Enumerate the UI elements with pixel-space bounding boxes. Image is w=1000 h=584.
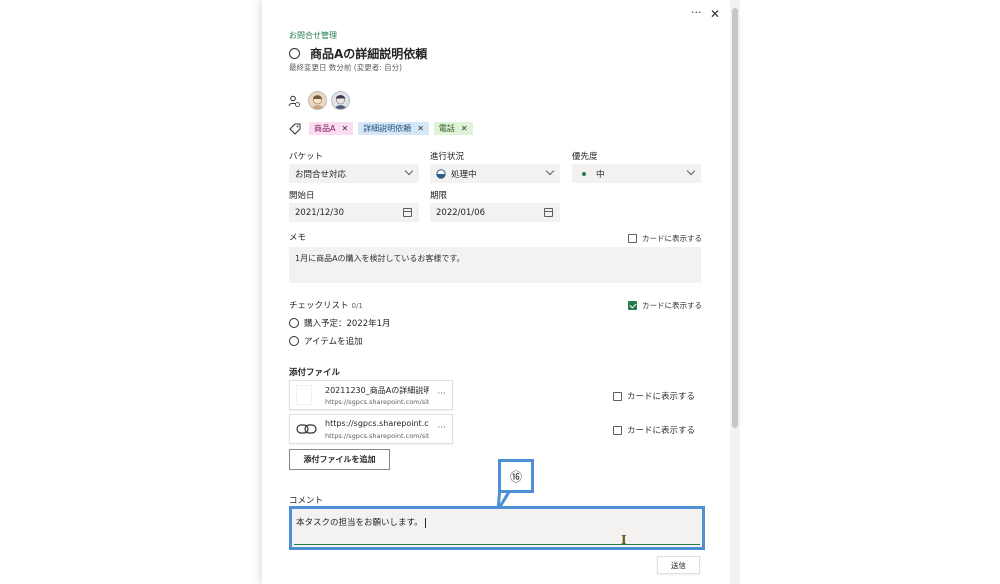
attachment-url: https://sgpcs.sharepoint.com/sit xyxy=(325,398,429,406)
due-date-label: 期限 xyxy=(430,191,448,201)
text-caret xyxy=(424,517,426,528)
attachment-name: 20211230_商品Aの詳細説明 xyxy=(325,386,429,395)
attachment-more-icon[interactable]: ··· xyxy=(437,389,446,399)
avatar[interactable] xyxy=(331,91,350,110)
remove-label-icon[interactable]: ✕ xyxy=(341,124,348,133)
complete-task-circle-icon[interactable] xyxy=(289,48,300,59)
label-chip-text: 電話 xyxy=(438,124,455,133)
add-checklist-item[interactable]: アイテムを追加 xyxy=(289,335,363,347)
attachment2-show-on-card-label: カードに表示する xyxy=(627,426,696,436)
callout-badge: ⑯ xyxy=(498,459,534,493)
avatar[interactable] xyxy=(308,91,327,110)
memo-label: メモ xyxy=(289,233,307,243)
attachment1-show-on-card[interactable]: カードに表示する xyxy=(613,390,695,402)
comment-value: 本タスクの担当をお願いします。 xyxy=(296,518,423,528)
checklist-item-text[interactable]: 購入予定：2022年1月 xyxy=(304,317,391,329)
due-date-value: 2022/01/06 xyxy=(436,207,485,218)
calendar-icon[interactable] xyxy=(544,208,553,217)
screen: ··· ✕ お問合せ管理 商品Aの詳細説明依頼 最終変更日 数分前 (変更者: … xyxy=(0,0,1000,584)
attachment1-show-on-card-label: カードに表示する xyxy=(627,392,696,402)
bucket-value: お問合せ対応 xyxy=(295,169,347,180)
scrollbar-thumb[interactable] xyxy=(732,8,738,428)
attachment2-show-on-card[interactable]: カードに表示する xyxy=(613,424,695,436)
memo-textarea[interactable]: 1月に商品Aの購入を検討しているお客様です。 xyxy=(289,247,701,283)
progress-value: 処理中 xyxy=(451,169,477,180)
background-right xyxy=(740,0,1000,584)
tag-icon[interactable] xyxy=(289,123,301,135)
attachment-link-card[interactable]: https://sgpcs.sharepoint.co https://sgpc… xyxy=(289,414,453,444)
due-date-input[interactable]: 2022/01/06 xyxy=(430,203,560,222)
start-date-label: 開始日 xyxy=(289,191,315,201)
attachment-file-card[interactable]: 20211230_商品Aの詳細説明 https://sgpcs.sharepoi… xyxy=(289,380,453,410)
comment-label: コメント xyxy=(289,496,324,506)
memo-show-on-card[interactable]: カードに表示する xyxy=(628,233,702,244)
remove-label-icon[interactable]: ✕ xyxy=(417,124,424,133)
chevron-down-icon xyxy=(404,166,414,176)
priority-value: 中 xyxy=(596,169,605,180)
checklist-label: チェックリスト xyxy=(289,301,349,311)
link-icon xyxy=(296,424,317,434)
background-left xyxy=(0,0,262,584)
memo-show-on-card-checkbox[interactable] xyxy=(628,234,637,243)
progress-select[interactable]: 処理中 xyxy=(430,164,560,183)
assignees-row xyxy=(288,91,350,110)
in-progress-icon xyxy=(436,168,446,179)
comment-input[interactable]: 本タスクの担当をお願いします。 I xyxy=(289,506,705,550)
checklist-count: 0/1 xyxy=(351,302,363,310)
add-checklist-item-text[interactable]: アイテムを追加 xyxy=(304,335,363,347)
checklist-show-on-card[interactable]: カードに表示する xyxy=(628,300,702,311)
attachments-title: 添付ファイル xyxy=(289,368,341,378)
label-chip[interactable]: 電話 ✕ xyxy=(433,122,473,135)
priority-select[interactable]: 中 xyxy=(572,164,701,183)
chevron-down-icon xyxy=(545,166,555,176)
bucket-select[interactable]: お問合せ対応 xyxy=(289,164,419,183)
checklist-show-on-card-checkbox[interactable] xyxy=(628,301,637,310)
label-chip[interactable]: 詳細説明依頼 ✕ xyxy=(358,122,429,135)
attachment-name: https://sgpcs.sharepoint.co xyxy=(325,419,429,428)
memo-show-on-card-label: カードに表示する xyxy=(642,234,702,243)
calendar-icon[interactable] xyxy=(403,208,412,217)
assign-person-icon[interactable] xyxy=(288,95,300,107)
checklist-item-circle-icon[interactable] xyxy=(289,318,299,328)
start-date-value: 2021/12/30 xyxy=(295,207,344,218)
checklist-title: チェックリスト 0/1 xyxy=(289,299,363,311)
task-title-row: 商品Aの詳細説明依頼 xyxy=(289,45,427,62)
attachment1-show-on-card-checkbox[interactable] xyxy=(613,391,622,401)
attachment-url: https://sgpcs.sharepoint.com/sit xyxy=(325,432,429,440)
priority-label: 優先度 xyxy=(572,152,598,162)
task-title[interactable]: 商品Aの詳細説明依頼 xyxy=(310,45,427,62)
progress-label: 進行状況 xyxy=(430,152,465,162)
comment-focus-underline xyxy=(294,543,700,545)
file-thumbnail-icon xyxy=(296,385,312,405)
checklist-show-on-card-label: カードに表示する xyxy=(642,301,702,310)
label-chip-text: 商品A xyxy=(314,124,336,133)
checklist-item[interactable]: 購入予定：2022年1月 xyxy=(289,317,391,329)
chevron-down-icon xyxy=(686,166,696,176)
more-options-icon[interactable]: ··· xyxy=(691,6,702,19)
add-attachment-button[interactable]: 添付ファイルを追加 xyxy=(289,449,390,470)
priority-dot-icon xyxy=(582,171,586,176)
label-chip[interactable]: 商品A ✕ xyxy=(309,122,354,135)
remove-label-icon[interactable]: ✕ xyxy=(461,124,468,133)
add-item-circle-icon xyxy=(289,336,299,346)
start-date-input[interactable]: 2021/12/30 xyxy=(289,203,419,222)
label-chip-text: 詳細説明依頼 xyxy=(363,124,412,133)
attachment2-show-on-card-checkbox[interactable] xyxy=(613,425,622,435)
send-button[interactable]: 送信 xyxy=(657,556,700,574)
last-modified-text: 最終変更日 数分前 (変更者: 自分) xyxy=(289,63,403,72)
close-icon[interactable]: ✕ xyxy=(710,7,720,21)
labels-row: 商品A ✕ 詳細説明依頼 ✕ 電話 ✕ xyxy=(289,122,473,135)
comment-text[interactable]: 本タスクの担当をお願いします。 xyxy=(296,516,426,528)
attachment-more-icon[interactable]: ··· xyxy=(437,423,446,433)
bucket-label: バケット xyxy=(289,152,324,162)
breadcrumb[interactable]: お問合せ管理 xyxy=(289,30,337,41)
callout-number: ⑯ xyxy=(509,469,522,484)
